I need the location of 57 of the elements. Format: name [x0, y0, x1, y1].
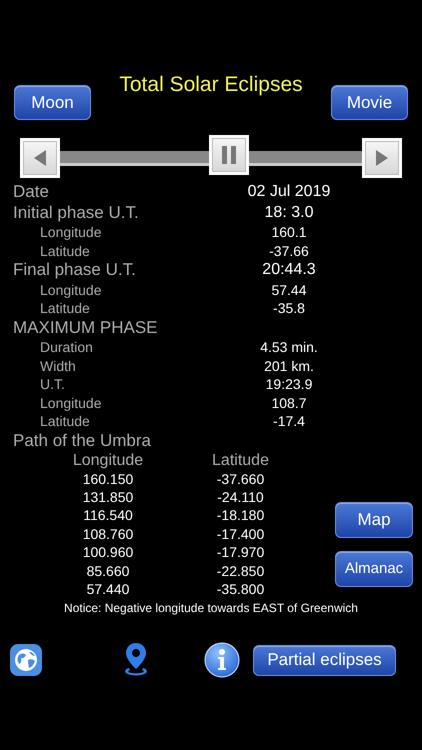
info-icon[interactable]: [204, 642, 240, 678]
table-cell: -35.800: [216, 580, 264, 597]
table-cell: 100.960: [82, 544, 134, 560]
table-cell: 131.850: [82, 488, 134, 505]
table-cell: -24.110: [217, 488, 264, 505]
detail-label: Final phase U.T.: [12, 260, 137, 280]
table-cell: 57.440: [86, 580, 130, 597]
table-cell: 116.540: [83, 507, 133, 524]
detail-value: 20:44.3: [262, 261, 316, 278]
detail-value: 18: 3.0: [264, 204, 314, 220]
detail-value: -35.8: [273, 300, 305, 316]
next-button[interactable]: [362, 138, 402, 178]
table-cell: -17.400: [216, 526, 264, 542]
detail-label: Longitude: [39, 223, 103, 242]
detail-value: -17.4: [273, 413, 305, 429]
detail-label: MAXIMUM PHASE: [12, 318, 159, 338]
notice-text: Notice: Negative longitude towards EAST of Greenwich: [64, 601, 358, 616]
detail-label: Longitude: [39, 280, 103, 299]
previous-button[interactable]: [20, 138, 60, 178]
detail-value: 108.7: [271, 394, 307, 410]
detail-value: 201 km.: [264, 358, 314, 374]
table-cell: -22.850: [216, 562, 264, 579]
detail-value: 19:23.9: [266, 376, 312, 392]
table-cell: -37.660: [216, 470, 264, 486]
column-heading: Longitude: [72, 450, 144, 470]
detail-label: Width: [39, 356, 77, 375]
table-cell: 160.150: [82, 470, 134, 486]
detail-value: 4.53 min.: [260, 339, 318, 355]
table-cell: 108.760: [82, 526, 134, 542]
map-button[interactable]: Map: [335, 502, 413, 538]
table-cell: -18.180: [216, 507, 264, 524]
detail-value: 57.44: [271, 282, 307, 298]
pause-button[interactable]: [209, 134, 250, 174]
table-cell: -17.970: [216, 544, 264, 560]
detail-label: Longitude: [39, 394, 103, 412]
moon-button[interactable]: Moon: [14, 85, 91, 120]
section-heading: Path of the Umbra: [12, 430, 152, 450]
pause-icon: [222, 146, 236, 164]
detail-label: Initial phase U.T.: [12, 202, 140, 223]
right-arrow-icon: [374, 148, 390, 168]
app-title: Total Solar Eclipses: [119, 72, 303, 98]
detail-label: Latitude: [39, 242, 91, 260]
detail-label: Latitude: [39, 412, 91, 430]
detail-value: 160.1: [271, 224, 307, 240]
globe-icon[interactable]: [10, 644, 42, 676]
movie-button[interactable]: Movie: [331, 85, 408, 120]
detail-label: Latitude: [39, 299, 91, 318]
partial-eclipses-button[interactable]: Partial eclipses: [253, 644, 396, 676]
left-arrow-icon: [32, 148, 48, 168]
detail-label: Date: [12, 182, 50, 202]
detail-label: Duration: [39, 338, 94, 356]
detail-value: -37.66: [269, 242, 309, 258]
table-cell: 85.660: [86, 562, 130, 579]
detail-value: 02 Jul 2019: [248, 183, 330, 200]
almanac-button[interactable]: Almanac: [335, 550, 413, 586]
column-heading: Latitude: [211, 450, 270, 470]
detail-label: U.T.: [39, 375, 66, 394]
